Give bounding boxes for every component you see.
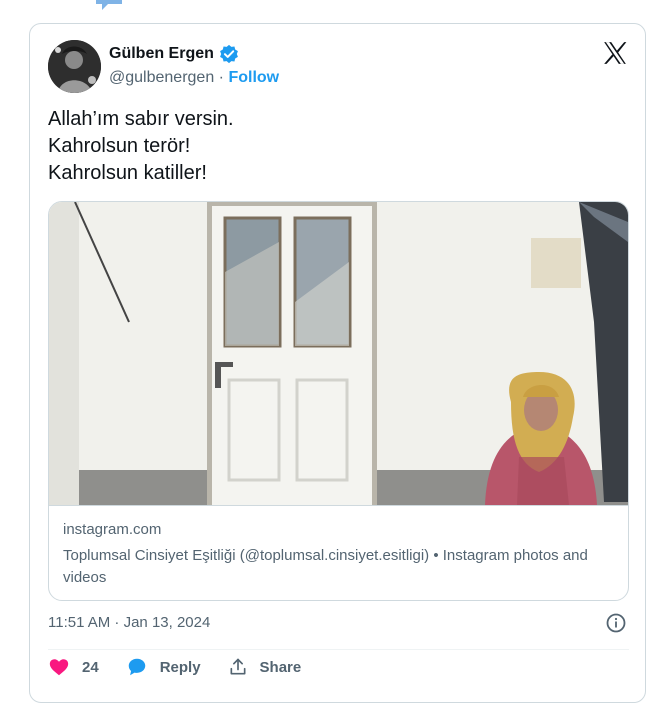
tweet-text-line: Kahrolsun terör! [48, 135, 191, 157]
reply-bubble-icon [128, 658, 145, 676]
share-button[interactable]: Share [228, 657, 302, 677]
reply-label: Reply [159, 658, 201, 676]
share-label: Share [259, 658, 302, 676]
follow-button[interactable]: Follow [228, 69, 279, 86]
reply-button[interactable]: Reply [126, 656, 201, 678]
info-icon[interactable] [605, 612, 627, 634]
avatar[interactable] [48, 40, 101, 93]
preview-photo[interactable] [49, 202, 628, 505]
author-handle[interactable]: @gulbenergen [109, 69, 214, 86]
preview-description: Toplumsal Cinsiyet Eşitliği (@toplumsal.… [63, 547, 588, 586]
link-preview-card[interactable]: instagram.com Toplumsal Cinsiyet Eşitliğ… [48, 201, 629, 601]
separator-dot: · [218, 69, 224, 86]
speech-bubble-icon [96, 0, 122, 10]
preview-meta[interactable]: instagram.com Toplumsal Cinsiyet Eşitliğ… [49, 505, 628, 600]
tweet-text: Allah’ım sabır versin. Kahrolsun terör! … [48, 106, 234, 187]
like-button[interactable]: 24 [48, 656, 99, 678]
verified-badge-icon [219, 44, 238, 64]
tweet-text-line: Kahrolsun katiller! [48, 162, 207, 184]
likes-count: 24 [82, 658, 99, 676]
tweet-text-line: Allah’ım sabır versin. [48, 108, 234, 130]
heart-icon [49, 659, 69, 676]
preview-domain: instagram.com [63, 521, 162, 538]
tweet-card[interactable]: Gülben Ergen @gulbenergen · Follow Allah… [29, 23, 646, 703]
author-name[interactable]: Gülben Ergen [109, 45, 214, 63]
divider [48, 649, 629, 650]
share-icon [230, 658, 246, 675]
tweet-timestamp[interactable]: 11:51 AM · Jan 13, 2024 [48, 614, 210, 631]
action-bar: 24 Reply Share [48, 656, 328, 678]
x-logo-icon[interactable] [602, 40, 628, 66]
